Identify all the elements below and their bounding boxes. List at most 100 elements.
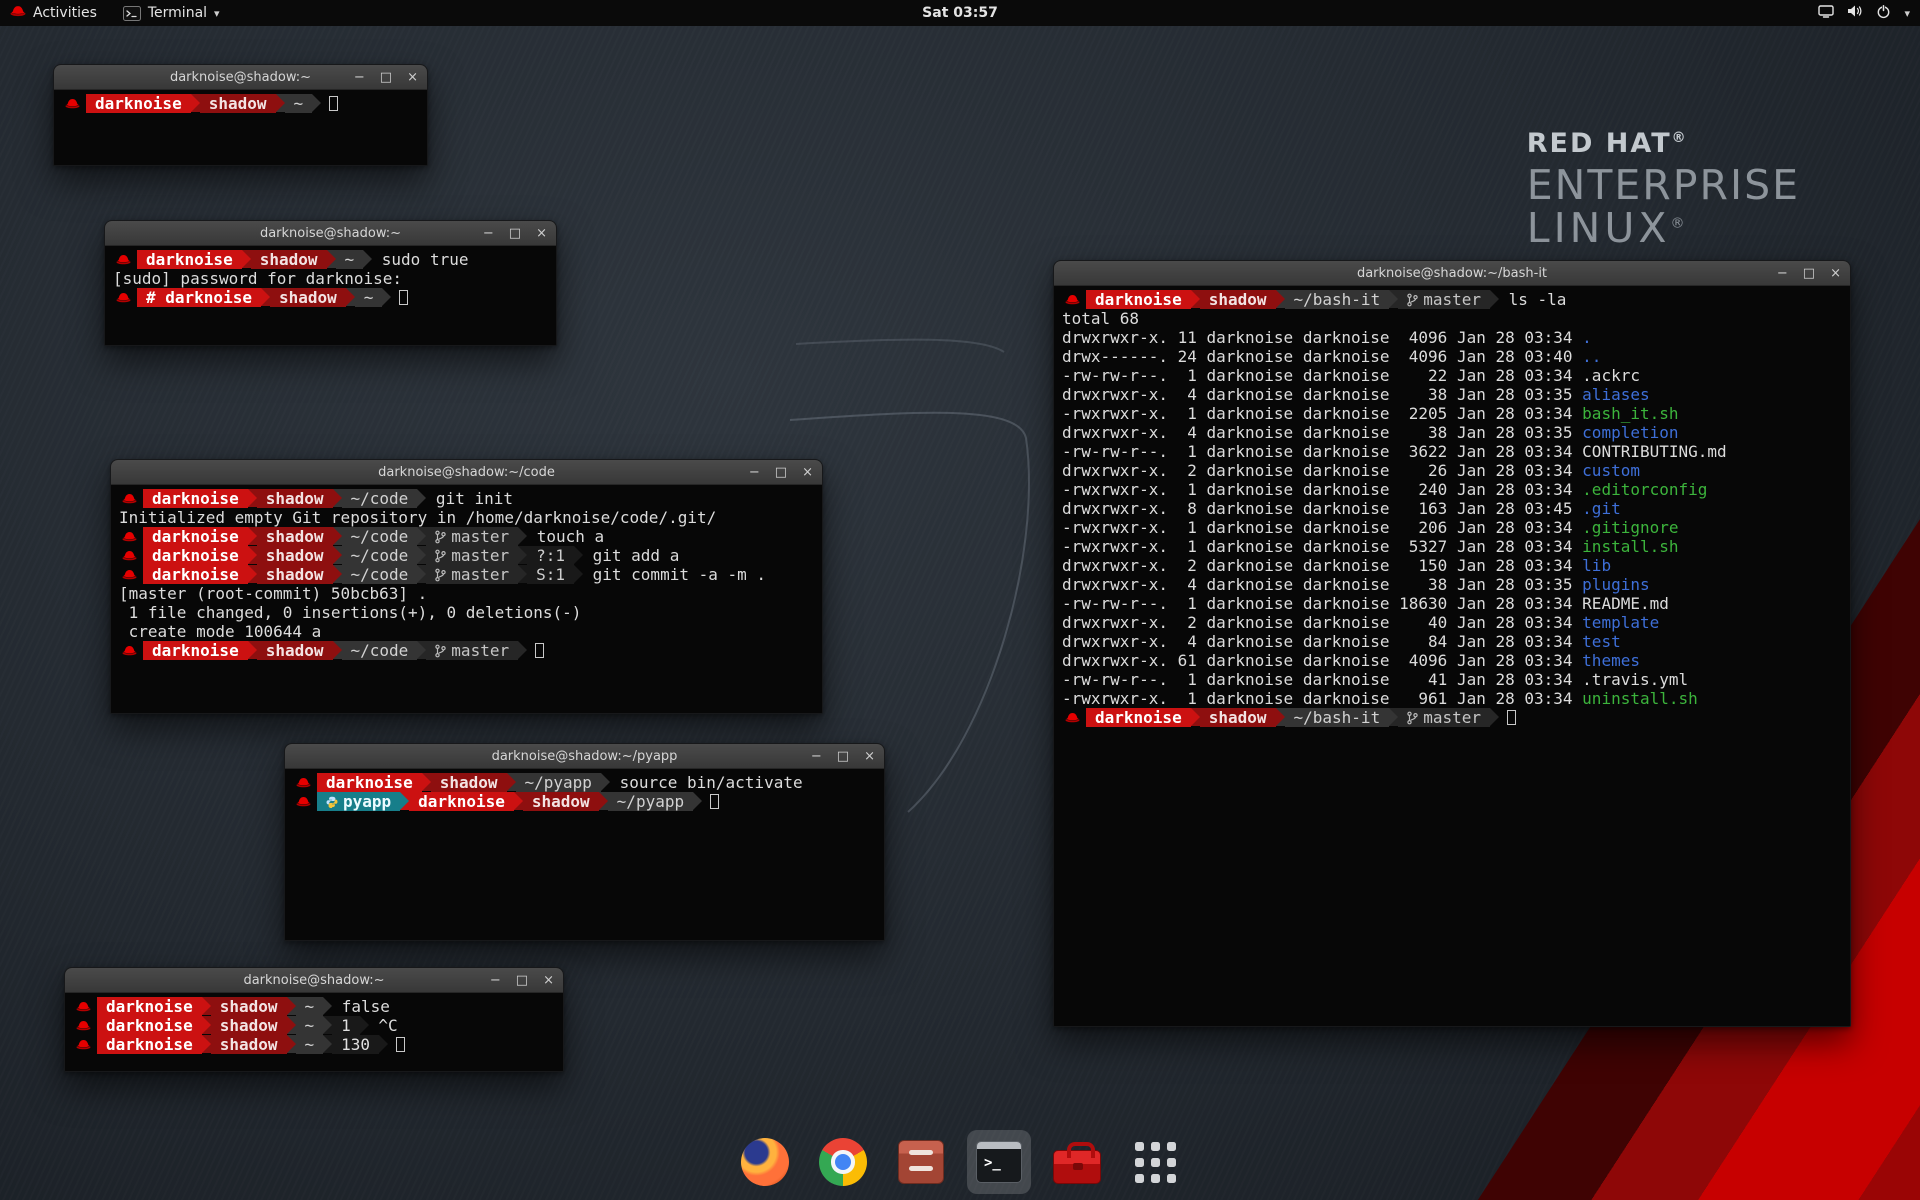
terminal-content[interactable]: darknoiseshadow~ <box>54 90 427 165</box>
git-branch-icon <box>435 530 446 544</box>
activities-button[interactable]: Activities <box>10 5 97 22</box>
minimize-button[interactable]: − <box>811 750 822 763</box>
powerline-separator-icon <box>417 489 426 507</box>
prompt-segment-host: shadow <box>257 527 333 546</box>
close-button[interactable]: × <box>864 750 875 763</box>
redhat-icon <box>122 489 137 508</box>
terminal-content[interactable]: darknoiseshadow~/pyapp source bin/activa… <box>285 769 884 940</box>
window-title: darknoise@shadow:~ <box>170 70 311 85</box>
app-menu-label: Terminal <box>148 5 207 21</box>
terminal-window[interactable]: darknoise@shadow:~/bash-it − □ × darknoi… <box>1053 260 1851 1027</box>
terminal-line: drwxrwxr-x. 4 darknoise darknoise 38 Jan… <box>1062 575 1842 594</box>
maximize-button[interactable]: □ <box>1803 267 1815 280</box>
prompt-segment-host: shadow <box>523 792 599 811</box>
minimize-button[interactable]: − <box>483 227 494 240</box>
terminal-window[interactable]: darknoise@shadow:~/pyapp − □ × darknoise… <box>284 743 885 941</box>
terminal-line: darknoiseshadow~/codemaster <box>119 641 814 660</box>
maximize-button[interactable]: □ <box>509 227 521 240</box>
dock-item-chrome[interactable] <box>811 1130 875 1194</box>
window-titlebar[interactable]: darknoise@shadow:~ − □ × <box>65 968 563 993</box>
powerline-separator-icon <box>287 997 296 1015</box>
prompt-segment-user: darknoise <box>143 565 248 584</box>
close-button[interactable]: × <box>1830 267 1841 280</box>
terminal-line: drwxrwxr-x. 2 darknoise darknoise 26 Jan… <box>1062 461 1842 480</box>
powerline-separator-icon <box>1389 708 1398 726</box>
terminal-content[interactable]: darknoiseshadow~ sudo true[sudo] passwor… <box>105 246 556 345</box>
terminal-content[interactable]: darknoiseshadow~ falsedarknoiseshadow~1 … <box>65 993 563 1071</box>
terminal-line: darknoiseshadow~/codemasterS:1 git commi… <box>119 565 814 584</box>
window-titlebar[interactable]: darknoise@shadow:~/pyapp − □ × <box>285 744 884 769</box>
prompt-segment-host: shadow <box>211 997 287 1016</box>
redhat-icon <box>1065 290 1080 309</box>
maximize-button[interactable]: □ <box>837 750 849 763</box>
window-titlebar[interactable]: darknoise@shadow:~ − □ × <box>54 65 427 90</box>
powerline-separator-icon <box>518 546 527 564</box>
dock-item-firefox[interactable] <box>733 1130 797 1194</box>
powerline-separator-icon <box>514 792 523 810</box>
close-button[interactable]: × <box>407 71 418 84</box>
terminal-window[interactable]: darknoise@shadow:~ − □ × darknoiseshadow… <box>53 64 428 166</box>
dock-item-files[interactable] <box>889 1130 953 1194</box>
powerline-separator-icon <box>333 546 342 564</box>
prompt-segment-user: darknoise <box>409 792 514 811</box>
dock-item-terminal[interactable] <box>967 1130 1031 1194</box>
close-button[interactable]: × <box>802 466 813 479</box>
prompt-segment-git: master <box>426 565 518 584</box>
powerline-separator-icon <box>276 94 285 112</box>
terminal-window[interactable]: darknoise@shadow:~ − □ × darknoiseshadow… <box>104 220 557 346</box>
prompt-segment-git: master <box>426 546 518 565</box>
dock-item-show-applications[interactable] <box>1123 1130 1187 1194</box>
terminal-line: drwxrwxr-x. 61 darknoise darknoise 4096 … <box>1062 651 1842 670</box>
window-titlebar[interactable]: darknoise@shadow:~/bash-it − □ × <box>1054 261 1850 286</box>
powerline-separator-icon <box>417 641 426 659</box>
powerline-separator-icon <box>422 773 431 791</box>
minimize-button[interactable]: − <box>490 974 501 987</box>
terminal-window[interactable]: darknoise@shadow:~ − □ × darknoiseshadow… <box>64 967 564 1072</box>
prompt-segment-host: shadow <box>1200 708 1276 727</box>
window-titlebar[interactable]: darknoise@shadow:~ − □ × <box>105 221 556 246</box>
window-titlebar[interactable]: darknoise@shadow:~/code − □ × <box>111 460 822 485</box>
powerline-separator-icon <box>202 997 211 1015</box>
powerline-separator-icon <box>312 94 321 112</box>
prompt-segment-venv: pyapp <box>317 792 400 811</box>
terminal-text: [sudo] password for darknoise: <box>113 269 402 288</box>
close-button[interactable]: × <box>536 227 547 240</box>
firefox-icon <box>741 1138 789 1186</box>
clock[interactable]: Sat 03:57 <box>922 5 998 21</box>
terminal-text: sudo true <box>372 250 468 269</box>
terminal-line: darknoiseshadow~/codemaster touch a <box>119 527 814 546</box>
git-branch-icon <box>435 549 446 563</box>
minimize-button[interactable]: − <box>354 71 365 84</box>
window-title: darknoise@shadow:~ <box>260 226 401 241</box>
dock-item-toolbox[interactable] <box>1045 1130 1109 1194</box>
powerline-separator-icon <box>1191 708 1200 726</box>
registered-mark: ® <box>1672 130 1688 146</box>
prompt-segment-exit: 130 <box>332 1035 379 1054</box>
prompt-segment-host: shadow <box>257 641 333 660</box>
prompt-segment-host: shadow <box>431 773 507 792</box>
system-status-area[interactable]: ▾ <box>1818 4 1910 23</box>
prompt-segment-git: master <box>1398 290 1490 309</box>
prompt-segment-status: S:1 <box>527 565 574 584</box>
powerline-separator-icon <box>518 527 527 545</box>
terminal-text: .ackrc <box>1582 366 1640 385</box>
terminal-content[interactable]: darknoiseshadow~/bash-itmaster ls -latot… <box>1054 286 1850 1026</box>
powerline-separator-icon <box>417 527 426 545</box>
terminal-text: drwxrwxr-x. 2 darknoise darknoise 150 Ja… <box>1062 556 1582 575</box>
terminal-content[interactable]: darknoiseshadow~/code git initInitialize… <box>111 485 822 713</box>
maximize-button[interactable]: □ <box>775 466 787 479</box>
maximize-button[interactable]: □ <box>516 974 528 987</box>
python-icon <box>326 796 338 808</box>
maximize-button[interactable]: □ <box>380 71 392 84</box>
close-button[interactable]: × <box>543 974 554 987</box>
terminal-window[interactable]: darknoise@shadow:~/code − □ × darknoises… <box>110 459 823 714</box>
prompt-segment-path: ~/code <box>342 565 418 584</box>
minimize-button[interactable]: − <box>1777 267 1788 280</box>
git-branch-icon <box>435 568 446 582</box>
terminal-text: .git <box>1582 499 1621 518</box>
app-menu-button[interactable]: Terminal ▾ <box>123 5 220 21</box>
terminal-text: plugins <box>1582 575 1649 594</box>
terminal-text: install.sh <box>1582 537 1678 556</box>
terminal-text: ls -la <box>1499 290 1566 309</box>
minimize-button[interactable]: − <box>749 466 760 479</box>
